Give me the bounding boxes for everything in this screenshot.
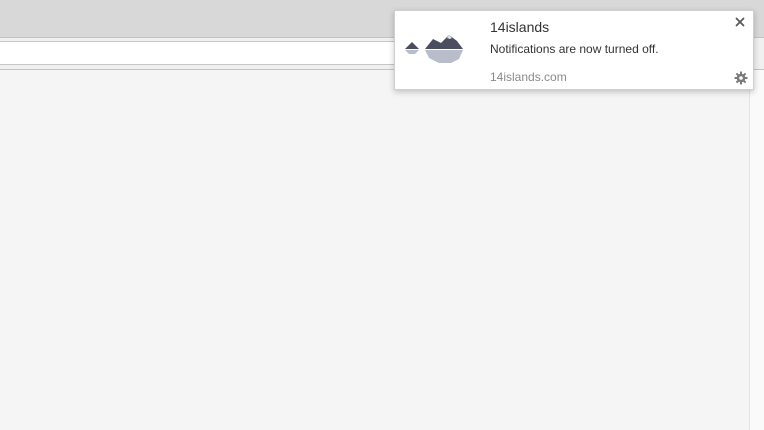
- close-icon[interactable]: [733, 15, 747, 29]
- notification-popup[interactable]: 14islands Notifications are now turned o…: [394, 10, 754, 90]
- address-bar[interactable]: [0, 41, 414, 65]
- notification-title: 14islands: [490, 19, 550, 35]
- gear-icon[interactable]: [734, 71, 748, 85]
- notification-origin: 14islands.com: [490, 70, 567, 84]
- islands-logo-icon: [403, 29, 467, 71]
- browser-window: 14islands Notifications are now turned o…: [0, 0, 764, 430]
- notification-message: Notifications are now turned off.: [490, 42, 659, 56]
- page-content: [0, 70, 749, 430]
- vertical-scrollbar[interactable]: [749, 70, 764, 430]
